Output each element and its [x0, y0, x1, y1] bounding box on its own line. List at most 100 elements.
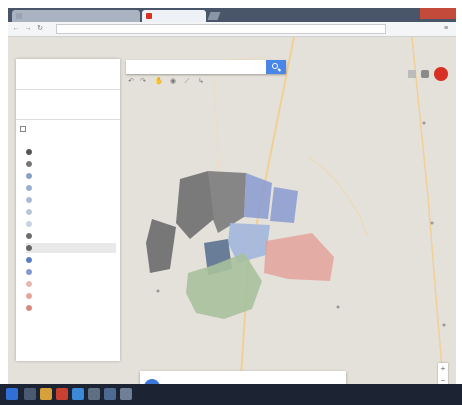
divider — [16, 119, 120, 120]
new-tab-button[interactable] — [207, 12, 221, 20]
divider — [16, 89, 120, 90]
feature-color-icon — [26, 161, 32, 167]
directions-tool-icon[interactable]: ↳ — [196, 77, 206, 87]
layer-checkbox[interactable] — [20, 126, 26, 132]
feature-item[interactable] — [26, 219, 116, 229]
feature-item[interactable] — [26, 267, 116, 277]
tab-inactive[interactable] — [12, 10, 140, 22]
feature-label — [36, 208, 96, 216]
apps-grid-icon[interactable] — [408, 70, 416, 78]
system-tray[interactable] — [392, 390, 432, 398]
map-point — [430, 221, 434, 225]
feature-color-icon — [26, 197, 32, 203]
layer-name[interactable] — [30, 125, 100, 133]
feature-item[interactable] — [26, 159, 116, 169]
start-button-icon[interactable] — [6, 388, 18, 400]
search-button[interactable] — [266, 60, 286, 74]
share-icon[interactable] — [421, 70, 429, 78]
polygon-feature[interactable] — [264, 233, 334, 281]
feature-label — [36, 160, 96, 168]
undo-icon[interactable]: ↶ — [126, 77, 136, 87]
address-bar: ← → ↻ ≡ — [8, 22, 456, 37]
feature-item[interactable] — [26, 183, 116, 193]
layer-header[interactable] — [20, 125, 116, 133]
feature-item[interactable] — [26, 303, 116, 313]
feature-label — [36, 172, 96, 180]
hand-tool-icon[interactable]: ✋ — [154, 77, 164, 87]
taskbar-app-icon[interactable] — [104, 388, 116, 400]
map-title[interactable] — [24, 65, 84, 73]
map-subtitle — [24, 76, 104, 83]
feature-item[interactable] — [26, 279, 116, 289]
feature-item[interactable] — [26, 231, 116, 241]
polygon-feature[interactable] — [244, 173, 272, 219]
taskbar-app-icon[interactable] — [56, 388, 68, 400]
panel-footer[interactable] — [24, 347, 64, 355]
zoom-in-button[interactable]: + — [438, 363, 448, 375]
feature-label — [36, 268, 96, 276]
feature-color-icon — [26, 173, 32, 179]
taskbar-app-icon[interactable] — [72, 388, 84, 400]
back-arrow-icon[interactable]: ← — [12, 25, 20, 33]
feature-color-icon — [26, 305, 32, 311]
feature-label — [36, 220, 96, 228]
map-canvas[interactable]: ↶ ↷ ✋ ◉ ⟋ ↳ + − — [8, 37, 456, 392]
feature-color-icon — [26, 245, 32, 251]
feature-color-icon — [26, 185, 32, 191]
feature-color-icon — [26, 149, 32, 155]
feature-item[interactable] — [26, 291, 116, 301]
layers-panel — [16, 59, 120, 361]
reload-icon[interactable]: ↻ — [36, 25, 44, 33]
polygon-feature[interactable] — [176, 171, 214, 239]
feature-item[interactable] — [26, 195, 116, 205]
redo-icon[interactable]: ↷ — [138, 77, 148, 87]
clock[interactable] — [434, 387, 458, 401]
taskbar-app-icon[interactable] — [88, 388, 100, 400]
feature-label — [36, 256, 96, 264]
style-link[interactable] — [30, 135, 90, 142]
feature-item[interactable] — [26, 243, 116, 253]
line-tool-icon[interactable]: ⟋ — [182, 77, 192, 87]
taskbar-app-icon[interactable] — [24, 388, 36, 400]
panel-section-title[interactable] — [24, 107, 112, 115]
feature-color-icon — [26, 293, 32, 299]
polygon-feature[interactable] — [270, 187, 298, 223]
feature-label — [36, 292, 96, 300]
url-field[interactable] — [56, 24, 386, 34]
map-point — [442, 323, 446, 327]
window-close-button[interactable] — [420, 8, 456, 19]
tab-favicon — [16, 13, 22, 19]
forward-arrow-icon[interactable]: → — [24, 25, 32, 33]
feature-item[interactable] — [26, 207, 116, 217]
feature-label — [36, 184, 96, 192]
feature-item[interactable] — [26, 147, 116, 157]
tab-active[interactable] — [142, 10, 206, 22]
feature-color-icon — [26, 233, 32, 239]
tab-strip — [8, 8, 456, 22]
map-point — [336, 305, 340, 309]
maps-favicon-icon — [146, 13, 152, 19]
avatar[interactable] — [434, 67, 448, 81]
polygon-feature[interactable] — [186, 253, 262, 319]
search-input[interactable] — [126, 60, 286, 74]
feature-label — [36, 196, 96, 204]
feature-color-icon — [26, 221, 32, 227]
map-point — [156, 289, 160, 293]
search-icon — [272, 63, 278, 69]
feature-color-icon — [26, 281, 32, 287]
folder-icon[interactable] — [40, 388, 52, 400]
feature-label — [36, 148, 96, 156]
feature-label — [36, 244, 96, 252]
marker-tool-icon[interactable]: ◉ — [168, 77, 178, 87]
feature-item[interactable] — [26, 255, 116, 265]
feature-label — [36, 304, 96, 312]
feature-label — [36, 280, 96, 288]
feature-item[interactable] — [26, 171, 116, 181]
feature-color-icon — [26, 257, 32, 263]
feature-color-icon — [26, 269, 32, 275]
os-taskbar — [0, 384, 462, 405]
browser-menu-icon[interactable]: ≡ — [444, 25, 450, 33]
feature-color-icon — [26, 209, 32, 215]
taskbar-app-icon[interactable] — [120, 388, 132, 400]
polygon-feature[interactable] — [146, 219, 176, 273]
